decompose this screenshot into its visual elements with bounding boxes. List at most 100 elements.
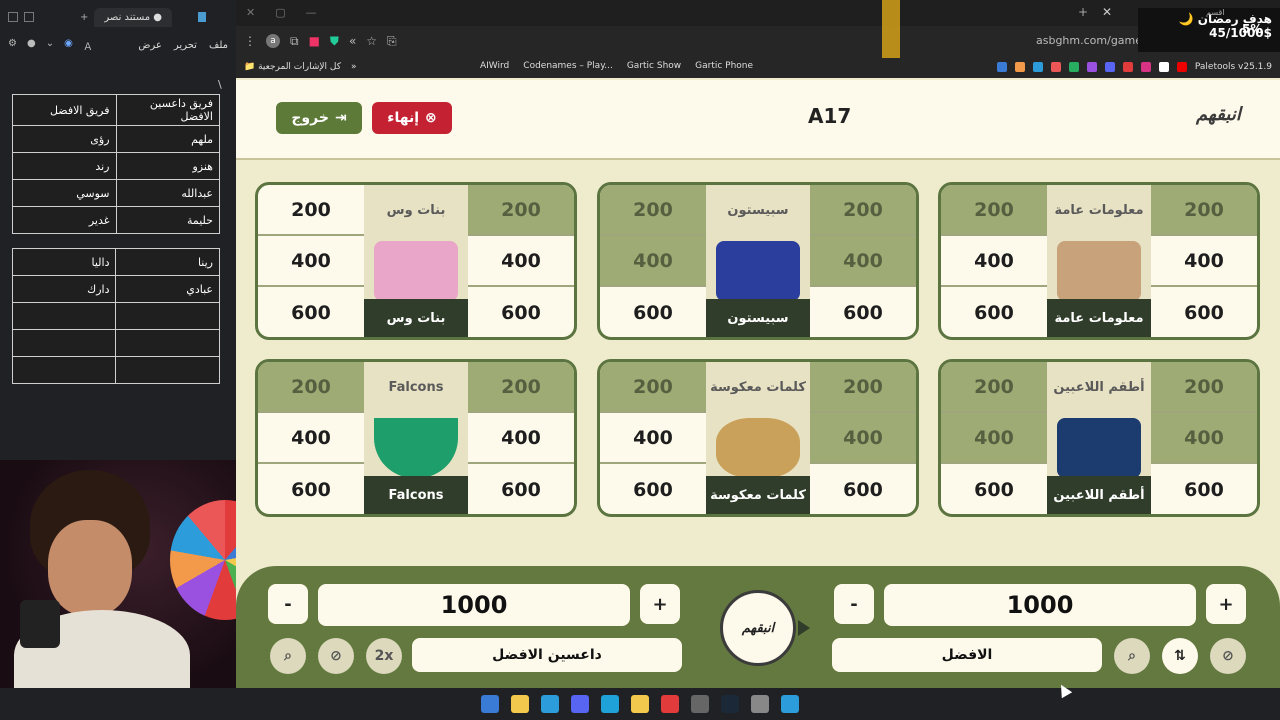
right-team-minus-button[interactable]: - bbox=[834, 584, 874, 624]
settings-icon[interactable]: ⚙ bbox=[8, 38, 17, 53]
table-cell[interactable]: دارك bbox=[11, 275, 117, 303]
install-icon[interactable]: ⎘ bbox=[387, 34, 397, 49]
point-cell[interactable]: 600 bbox=[810, 287, 916, 337]
point-cell[interactable]: 600 bbox=[941, 464, 1047, 514]
translate-icon[interactable]: Ａ bbox=[83, 38, 93, 53]
table-cell[interactable]: داليا bbox=[11, 248, 117, 276]
bookmark-aiwird[interactable]: AIWird bbox=[480, 61, 509, 71]
favicon-icon[interactable] bbox=[1140, 62, 1151, 72]
point-cell[interactable]: 400 bbox=[258, 236, 364, 287]
left-team-score[interactable]: 1000 bbox=[318, 584, 630, 626]
table-cell[interactable] bbox=[115, 302, 220, 330]
point-cell[interactable]: 600 bbox=[258, 287, 364, 337]
table-cell[interactable]: عبدالله bbox=[115, 179, 220, 207]
point-cell[interactable]: 600 bbox=[1151, 464, 1257, 514]
new-tab-icon[interactable]: + bbox=[80, 12, 88, 23]
table-cell[interactable]: عبادي bbox=[115, 275, 220, 303]
table-cell[interactable]: رند bbox=[12, 152, 117, 180]
bookmark-gartic-phone[interactable]: Gartic Phone bbox=[695, 61, 753, 71]
point-cell[interactable]: 400 bbox=[468, 236, 574, 287]
point-cell[interactable]: 200 bbox=[810, 362, 916, 413]
gemini-icon[interactable]: ◉ bbox=[64, 38, 73, 53]
table-cell[interactable]: حليمة bbox=[115, 206, 220, 234]
point-cell[interactable]: 200 bbox=[941, 362, 1047, 413]
point-cell[interactable]: 400 bbox=[1151, 236, 1257, 287]
point-cell[interactable]: 200 bbox=[258, 185, 364, 236]
point-cell[interactable]: 600 bbox=[468, 464, 574, 514]
point-cell[interactable]: 200 bbox=[468, 185, 574, 236]
point-cell[interactable]: 600 bbox=[600, 287, 706, 337]
right-team-plus-button[interactable]: + bbox=[1206, 584, 1246, 624]
bookmark-star-icon[interactable]: ☆ bbox=[366, 34, 377, 48]
point-cell[interactable]: 200 bbox=[941, 185, 1047, 236]
table-cell[interactable]: هنزو bbox=[115, 152, 220, 180]
point-cell[interactable]: 200 bbox=[1151, 362, 1257, 413]
table-cell[interactable]: غدير bbox=[12, 206, 117, 234]
extensions-icon[interactable]: ⧉ bbox=[290, 34, 299, 49]
table-cell[interactable]: سوسي bbox=[12, 179, 117, 207]
point-cell[interactable]: 400 bbox=[941, 236, 1047, 287]
table-cell[interactable] bbox=[115, 356, 220, 384]
minimize-window-icon[interactable]: — bbox=[306, 6, 317, 19]
discord-icon[interactable] bbox=[571, 695, 589, 713]
left-team-minus-button[interactable]: - bbox=[268, 584, 308, 624]
steam-icon[interactable] bbox=[721, 695, 739, 713]
settings-icon[interactable] bbox=[751, 695, 769, 713]
point-cell[interactable]: 600 bbox=[810, 464, 916, 514]
close-tab-icon[interactable]: ✕ bbox=[1102, 5, 1112, 19]
overflow-chevron-icon[interactable]: » bbox=[351, 62, 357, 72]
minimize-icon[interactable] bbox=[8, 12, 18, 22]
favicon-icon[interactable] bbox=[1158, 62, 1169, 72]
bookmark-gartic-show[interactable]: Gartic Show bbox=[627, 61, 681, 71]
profile-avatar[interactable]: a bbox=[266, 34, 280, 48]
favicon-icon[interactable] bbox=[1014, 62, 1025, 72]
menu-edit[interactable]: تحرير bbox=[174, 40, 197, 51]
table-cell[interactable] bbox=[11, 329, 117, 357]
point-cell[interactable]: 400 bbox=[810, 236, 916, 287]
point-cell[interactable]: 600 bbox=[258, 464, 364, 514]
bookmark-codenames[interactable]: Codenames – Play... bbox=[523, 61, 613, 71]
point-cell[interactable]: 400 bbox=[810, 413, 916, 464]
point-cell[interactable]: 400 bbox=[258, 413, 364, 464]
point-cell[interactable]: 200 bbox=[810, 185, 916, 236]
obs-icon[interactable] bbox=[691, 695, 709, 713]
close-window-icon[interactable]: ✕ bbox=[246, 6, 255, 19]
exit-button[interactable]: ⇥ خروج bbox=[276, 102, 362, 134]
favicon-icon[interactable] bbox=[996, 62, 1007, 72]
double-points-button[interactable]: 2x bbox=[366, 638, 402, 674]
search-icon[interactable]: ⌕ bbox=[270, 638, 306, 674]
favicon-icon[interactable] bbox=[1032, 62, 1043, 72]
table-cell[interactable] bbox=[115, 329, 220, 357]
shield-icon[interactable]: ⛊ bbox=[330, 34, 339, 49]
extension-icon[interactable]: ■ bbox=[309, 34, 320, 48]
point-cell[interactable]: 200 bbox=[258, 362, 364, 413]
favicon-icon[interactable] bbox=[1104, 62, 1115, 72]
table-cell[interactable]: رؤى bbox=[12, 125, 117, 153]
maximize-icon[interactable] bbox=[24, 12, 34, 22]
swap-icon[interactable]: ⇅ bbox=[1162, 638, 1198, 674]
point-cell[interactable]: 600 bbox=[468, 287, 574, 337]
point-cell[interactable]: 400 bbox=[468, 413, 574, 464]
right-team-score[interactable]: 1000 bbox=[884, 584, 1196, 626]
point-cell[interactable]: 200 bbox=[600, 362, 706, 413]
table-cell[interactable]: فريق الافضل bbox=[12, 94, 117, 126]
notepad-icon[interactable] bbox=[481, 695, 499, 713]
account-icon[interactable]: ● bbox=[27, 38, 36, 53]
chevron-icon[interactable]: « bbox=[349, 34, 356, 48]
bookmark-paletools[interactable]: Paletools v25.1.9 bbox=[1195, 62, 1272, 72]
favicon-icon[interactable] bbox=[1050, 62, 1061, 72]
point-cell[interactable]: 400 bbox=[1151, 413, 1257, 464]
point-cell[interactable]: 200 bbox=[600, 185, 706, 236]
dropdown-icon[interactable]: ⌄ bbox=[46, 38, 54, 53]
table-cell[interactable]: فريق داعسين الافضل bbox=[115, 94, 220, 126]
favicon-icon[interactable] bbox=[1068, 62, 1079, 72]
table-cell[interactable] bbox=[11, 302, 117, 330]
point-cell[interactable]: 600 bbox=[1151, 287, 1257, 337]
point-cell[interactable]: 600 bbox=[941, 287, 1047, 337]
app-icon[interactable] bbox=[541, 695, 559, 713]
edge-icon[interactable] bbox=[601, 695, 619, 713]
block-icon[interactable]: ⊘ bbox=[318, 638, 354, 674]
table-cell[interactable] bbox=[11, 356, 117, 384]
point-cell[interactable]: 400 bbox=[600, 236, 706, 287]
menu-view[interactable]: عرض bbox=[138, 40, 162, 51]
